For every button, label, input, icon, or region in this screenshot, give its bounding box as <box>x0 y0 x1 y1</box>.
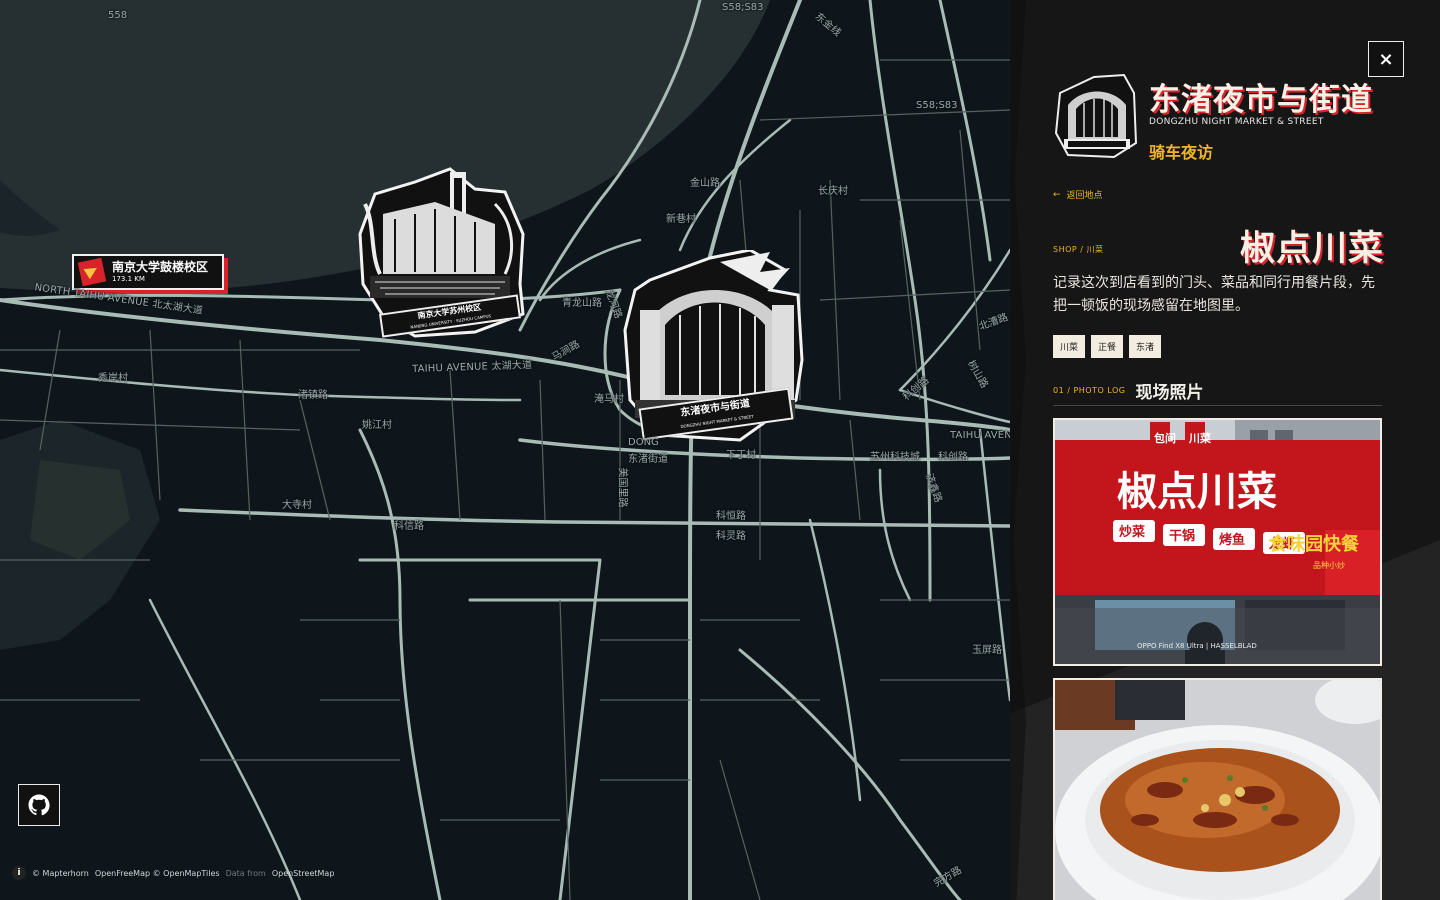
tag-chip[interactable]: 正餐 <box>1091 335 1124 358</box>
sign-right: 食味园快餐 <box>1268 533 1360 555</box>
origin-marker[interactable]: 南京大学鼓楼校区 173.1 KM <box>72 254 224 290</box>
attribution-data-from: Data from <box>225 868 266 878</box>
dish-photo <box>1055 680 1380 900</box>
github-icon <box>28 794 50 816</box>
map-label: 东渚街道 <box>628 454 668 465</box>
map-label: 科灵路 <box>716 531 746 542</box>
map-label: 美国里路 <box>616 467 628 508</box>
sign-top-2: 川菜 <box>1188 431 1212 445</box>
map-label: 淹马村 <box>594 394 624 405</box>
storefront-photo: 椒点川菜 包间 川菜 炒菜 干锅 烤鱼 龙虾 食味园快餐 品种小炒 OPPO F… <box>1055 420 1380 664</box>
map-label: 科信路 <box>394 521 424 532</box>
map-label: 玉屏路 <box>972 645 1002 656</box>
sign-item: 炒菜 <box>1119 524 1145 540</box>
attribution-mapterhorn[interactable]: © Mapterhorn <box>32 869 89 878</box>
map-label: 苏州科技城 <box>870 452 920 463</box>
shop-kicker: SHOP / 川菜 <box>1053 245 1104 254</box>
shop-title: 椒点川菜 <box>1240 229 1385 269</box>
place-tag: 骑车夜访 <box>1149 143 1214 162</box>
map-label: 科恒路 <box>716 511 746 522</box>
place-subtitle: DONGZHU NIGHT MARKET & STREET <box>1149 117 1324 127</box>
photo-dish[interactable] <box>1053 678 1382 900</box>
tag-chip[interactable]: 东渚 <box>1129 335 1162 358</box>
photo-log-header: 01 / PHOTO LOG 现场照片 <box>1053 376 1382 406</box>
origin-flag-icon <box>77 257 107 287</box>
sign-item: 烤鱼 <box>1219 532 1245 548</box>
map-label: 下丁村 <box>726 450 756 461</box>
map-label: 558 <box>108 10 128 21</box>
section-number: 01 / PHOTO LOG <box>1053 386 1126 395</box>
back-link-label: 返回地点 <box>1066 191 1103 201</box>
section-title: 现场照片 <box>1135 383 1204 403</box>
sign-item: 干锅 <box>1169 528 1195 544</box>
tag-chip[interactable]: 川菜 <box>1053 335 1086 358</box>
origin-name: 南京大学鼓楼校区 <box>112 260 209 274</box>
info-icon[interactable]: i <box>12 866 26 880</box>
back-link[interactable]: ← 返回地点 <box>1053 188 1103 202</box>
attribution-openfreemap[interactable]: OpenFreeMap © OpenMapTiles <box>95 869 220 878</box>
map-label: 新巷村 <box>666 214 696 225</box>
photo-watermark: OPPO Find X8 Ultra | HASSELBLAD <box>1137 642 1257 650</box>
map-label: 渚镇路 <box>298 390 328 401</box>
map-label: S58;S83 <box>722 2 764 13</box>
place-title: 东渚夜市与街道 <box>1149 82 1373 118</box>
tag-list: 川菜 正餐 东渚 <box>1053 335 1162 358</box>
sign-right-sub: 品种小炒 <box>1313 560 1345 570</box>
origin-distance: 173.1 KM <box>112 275 145 283</box>
shop-description: 记录这次到店看到的门头、菜品和同行用餐片段，先把一顿饭的现场感留在地图里。 <box>1053 275 1375 314</box>
close-button[interactable]: × <box>1368 41 1404 77</box>
map-label: 大寺村 <box>282 500 312 511</box>
map-label: 长庆村 <box>818 186 848 197</box>
github-button[interactable] <box>18 784 60 826</box>
sign-main: 椒点川菜 <box>1117 469 1277 515</box>
arrow-left-icon: ← <box>1053 189 1061 200</box>
detail-panel: × 东渚夜市与街道 DONGZHU NIGHT MARKET & STREET … <box>1010 0 1440 900</box>
map-label: S58;S83 <box>916 100 958 111</box>
attribution-osm[interactable]: OpenStreetMap <box>272 869 335 878</box>
map-label: DONG <box>628 437 659 448</box>
sign-top-1: 包间 <box>1153 431 1176 445</box>
map-label: 金山路 <box>690 178 720 189</box>
map-attribution: i © Mapterhorn OpenFreeMap © OpenMapTile… <box>12 866 334 880</box>
map-label: 秀岸村 <box>98 373 128 384</box>
map-label: 姚江村 <box>362 420 392 431</box>
map-label: 青龙山路 <box>562 298 602 309</box>
place-logo <box>1054 73 1138 159</box>
map-label: 科创路 <box>938 452 968 463</box>
photo-storefront[interactable]: 椒点川菜 包间 川菜 炒菜 干锅 烤鱼 龙虾 食味园快餐 品种小炒 OPPO F… <box>1053 418 1382 666</box>
